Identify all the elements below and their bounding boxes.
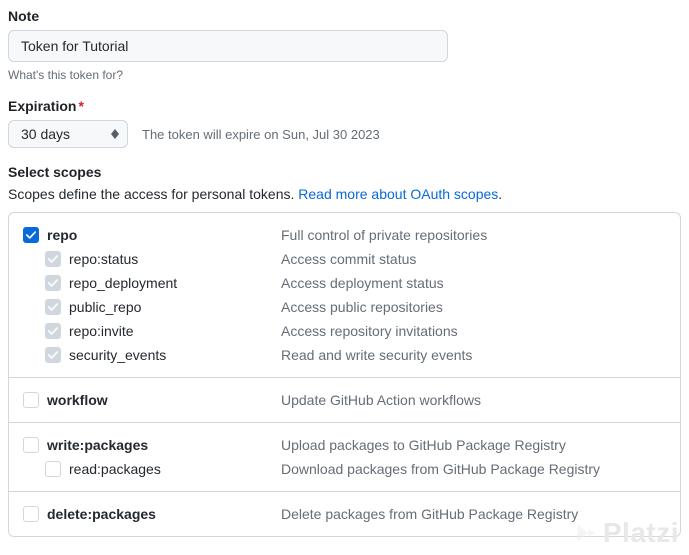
scope-desc: Read and write security events (281, 347, 472, 363)
checkbox-icon[interactable] (45, 461, 61, 477)
scope-desc: Access public repositories (281, 299, 443, 315)
checkbox-icon[interactable] (45, 347, 61, 363)
scope-group: delete:packages Delete packages from GitH… (9, 491, 680, 536)
required-asterisk: * (78, 98, 83, 114)
scope-group: workflow Update GitHub Action workflows (9, 377, 680, 422)
scope-group: repo Full control of private repositories… (9, 213, 680, 377)
checkbox-icon[interactable] (23, 437, 39, 453)
expiration-section: Expiration* 30 days The token will expir… (8, 98, 681, 148)
expiration-label: Expiration* (8, 98, 681, 114)
scope-left: security_events (45, 347, 281, 363)
scope-name[interactable]: workflow (47, 392, 108, 408)
checkbox-icon[interactable] (45, 299, 61, 315)
scope-name[interactable]: repo:status (69, 251, 138, 267)
note-section: Note What's this token for? (8, 8, 681, 82)
scope-desc: Access repository invitations (281, 323, 458, 339)
expiration-note: The token will expire on Sun, Jul 30 202… (142, 127, 380, 142)
scope-left: repo_deployment (45, 275, 281, 291)
scopes-section: Select scopes Scopes define the access f… (8, 164, 681, 202)
scope-row: delete:packages Delete packages from GitH… (23, 502, 666, 526)
scope-left: workflow (23, 392, 281, 408)
scope-row: repo Full control of private repositories (23, 223, 666, 247)
scope-desc: Upload packages to GitHub Package Regist… (281, 437, 566, 453)
checkbox-icon[interactable] (23, 392, 39, 408)
scopes-desc-suffix: . (498, 186, 502, 202)
scope-name[interactable]: delete:packages (47, 506, 156, 522)
scope-row: security_events Read and write security e… (23, 343, 666, 367)
scope-row: public_repo Access public repositories (23, 295, 666, 319)
scopes-desc-link[interactable]: Read more about OAuth scopes (298, 186, 498, 202)
scope-left: delete:packages (23, 506, 281, 522)
scope-left: read:packages (45, 461, 281, 477)
scope-row: write:packages Upload packages to GitHub … (23, 433, 666, 457)
scope-left: write:packages (23, 437, 281, 453)
checkbox-icon[interactable] (45, 275, 61, 291)
scope-left: repo:status (45, 251, 281, 267)
scope-name[interactable]: repo (47, 227, 77, 243)
scope-name[interactable]: repo:invite (69, 323, 134, 339)
scopes-heading: Select scopes (8, 164, 681, 180)
scope-desc: Update GitHub Action workflows (281, 392, 481, 408)
scope-desc: Download packages from GitHub Package Re… (281, 461, 600, 477)
scope-name[interactable]: write:packages (47, 437, 148, 453)
expiration-selected-value: 30 days (21, 126, 70, 142)
checkbox-icon[interactable] (45, 251, 61, 267)
scope-row: repo:status Access commit status (23, 247, 666, 271)
scope-desc: Delete packages from GitHub Package Regi… (281, 506, 578, 522)
scope-name[interactable]: public_repo (69, 299, 141, 315)
scope-desc: Access commit status (281, 251, 416, 267)
checkbox-icon[interactable] (23, 227, 39, 243)
note-label: Note (8, 8, 681, 24)
scopes-desc-prefix: Scopes define the access for personal to… (8, 186, 298, 202)
scopes-table: repo Full control of private repositories… (8, 212, 681, 537)
scope-name[interactable]: read:packages (69, 461, 161, 477)
checkbox-icon[interactable] (23, 506, 39, 522)
scope-desc: Full control of private repositories (281, 227, 487, 243)
scope-name[interactable]: security_events (69, 347, 166, 363)
scopes-description: Scopes define the access for personal to… (8, 186, 681, 202)
scope-row: read:packages Download packages from GitH… (23, 457, 666, 481)
expiration-select[interactable]: 30 days (8, 120, 128, 148)
scope-desc: Access deployment status (281, 275, 444, 291)
expiration-label-text: Expiration (8, 98, 76, 114)
scope-row: workflow Update GitHub Action workflows (23, 388, 666, 412)
scope-left: public_repo (45, 299, 281, 315)
scope-left: repo (23, 227, 281, 243)
note-input[interactable] (8, 30, 448, 62)
checkbox-icon[interactable] (45, 323, 61, 339)
scope-name[interactable]: repo_deployment (69, 275, 177, 291)
scope-row: repo_deployment Access deployment status (23, 271, 666, 295)
scope-group: write:packages Upload packages to GitHub … (9, 422, 680, 491)
scope-row: repo:invite Access repository invitations (23, 319, 666, 343)
updown-icon (111, 129, 119, 139)
note-hint: What's this token for? (8, 68, 681, 82)
scope-left: repo:invite (45, 323, 281, 339)
